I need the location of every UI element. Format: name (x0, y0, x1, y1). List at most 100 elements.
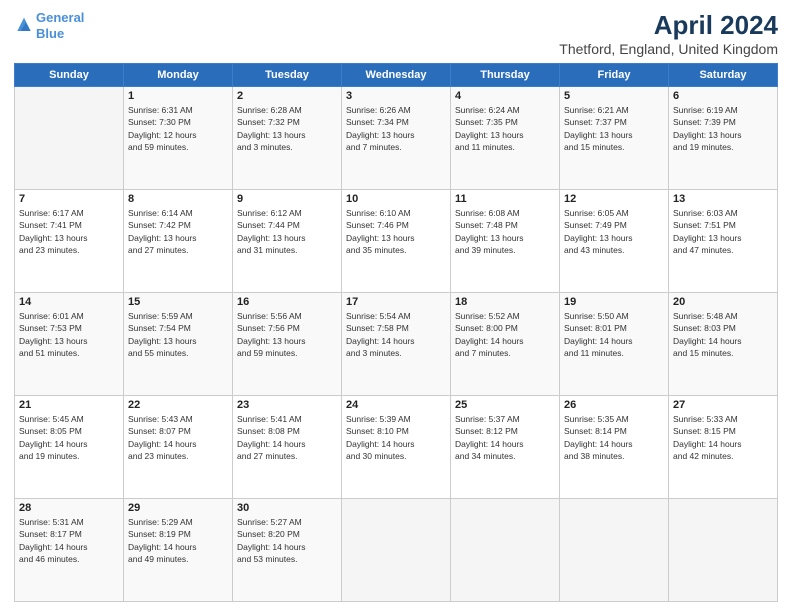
calendar-cell: 29 Sunrise: 5:29 AM Sunset: 8:19 PM Dayli… (124, 499, 233, 602)
calendar-cell: 4 Sunrise: 6:24 AM Sunset: 7:35 PM Daylig… (451, 87, 560, 190)
calendar-cell: 8 Sunrise: 6:14 AM Sunset: 7:42 PM Daylig… (124, 190, 233, 293)
day-header-wednesday: Wednesday (342, 64, 451, 87)
day-detail: Sunrise: 6:08 AM Sunset: 7:48 PM Dayligh… (455, 207, 555, 256)
calendar-cell: 20Sunrise: 5:48 AM Sunset: 8:03 PM Dayli… (669, 293, 778, 396)
calendar-cell (15, 87, 124, 190)
day-number: 29 (128, 502, 228, 514)
day-detail: Sunrise: 5:45 AM Sunset: 8:05 PM Dayligh… (19, 413, 119, 462)
calendar-cell: 30 Sunrise: 5:27 AM Sunset: 8:20 PM Dayli… (233, 499, 342, 602)
week-row-4: 21 Sunrise: 5:45 AM Sunset: 8:05 PM Dayli… (15, 396, 778, 499)
day-number: 27 (673, 399, 773, 411)
day-number: 23 (237, 399, 337, 411)
day-detail: Sunrise: 5:35 AM Sunset: 8:14 PM Dayligh… (564, 413, 664, 462)
day-number: 19 (564, 296, 664, 308)
calendar-cell: 25 Sunrise: 5:37 AM Sunset: 8:12 PM Dayli… (451, 396, 560, 499)
calendar-cell: 18Sunrise: 5:52 AM Sunset: 8:00 PM Dayli… (451, 293, 560, 396)
calendar-cell: 16 Sunrise: 5:56 AM Sunset: 7:56 PM Dayli… (233, 293, 342, 396)
day-number: 7 (19, 193, 119, 205)
day-number: 4 (455, 90, 555, 102)
calendar-cell: 1Sunrise: 6:31 AM Sunset: 7:30 PM Daylig… (124, 87, 233, 190)
day-header-sunday: Sunday (15, 64, 124, 87)
day-detail: Sunrise: 5:29 AM Sunset: 8:19 PM Dayligh… (128, 516, 228, 565)
calendar-cell: 22Sunrise: 5:43 AM Sunset: 8:07 PM Dayli… (124, 396, 233, 499)
day-number: 2 (237, 90, 337, 102)
calendar-cell: 27 Sunrise: 5:33 AM Sunset: 8:15 PM Dayli… (669, 396, 778, 499)
day-number: 30 (237, 502, 337, 514)
calendar-cell: 2 Sunrise: 6:28 AM Sunset: 7:32 PM Daylig… (233, 87, 342, 190)
logo-general: General (36, 10, 84, 25)
day-detail: Sunrise: 6:19 AM Sunset: 7:39 PM Dayligh… (673, 104, 773, 153)
calendar-cell: 13Sunrise: 6:03 AM Sunset: 7:51 PM Dayli… (669, 190, 778, 293)
calendar-cell (669, 499, 778, 602)
day-detail: Sunrise: 5:56 AM Sunset: 7:56 PM Dayligh… (237, 310, 337, 359)
day-header-thursday: Thursday (451, 64, 560, 87)
day-number: 28 (19, 502, 119, 514)
day-detail: Sunrise: 6:24 AM Sunset: 7:35 PM Dayligh… (455, 104, 555, 153)
day-detail: Sunrise: 6:01 AM Sunset: 7:53 PM Dayligh… (19, 310, 119, 359)
header-row-days: SundayMondayTuesdayWednesdayThursdayFrid… (15, 64, 778, 87)
day-detail: Sunrise: 5:54 AM Sunset: 7:58 PM Dayligh… (346, 310, 446, 359)
logo-text: General Blue (36, 10, 84, 41)
calendar-cell: 24Sunrise: 5:39 AM Sunset: 8:10 PM Dayli… (342, 396, 451, 499)
day-number: 11 (455, 193, 555, 205)
logo: General Blue (14, 10, 84, 41)
day-number: 16 (237, 296, 337, 308)
title-block: April 2024 Thetford, England, United Kin… (559, 10, 778, 57)
day-header-tuesday: Tuesday (233, 64, 342, 87)
day-number: 25 (455, 399, 555, 411)
day-number: 3 (346, 90, 446, 102)
day-number: 1 (128, 90, 228, 102)
day-detail: Sunrise: 5:27 AM Sunset: 8:20 PM Dayligh… (237, 516, 337, 565)
calendar-cell: 11 Sunrise: 6:08 AM Sunset: 7:48 PM Dayli… (451, 190, 560, 293)
day-detail: Sunrise: 6:28 AM Sunset: 7:32 PM Dayligh… (237, 104, 337, 153)
day-detail: Sunrise: 5:37 AM Sunset: 8:12 PM Dayligh… (455, 413, 555, 462)
day-detail: Sunrise: 6:14 AM Sunset: 7:42 PM Dayligh… (128, 207, 228, 256)
week-row-3: 14 Sunrise: 6:01 AM Sunset: 7:53 PM Dayli… (15, 293, 778, 396)
header-row: General Blue April 2024 Thetford, Englan… (14, 10, 778, 57)
day-number: 10 (346, 193, 446, 205)
calendar-cell: 10 Sunrise: 6:10 AM Sunset: 7:46 PM Dayli… (342, 190, 451, 293)
calendar-cell: 5 Sunrise: 6:21 AM Sunset: 7:37 PM Daylig… (560, 87, 669, 190)
day-detail: Sunrise: 5:59 AM Sunset: 7:54 PM Dayligh… (128, 310, 228, 359)
day-number: 20 (673, 296, 773, 308)
calendar-cell (342, 499, 451, 602)
logo-icon (14, 16, 34, 36)
day-header-saturday: Saturday (669, 64, 778, 87)
week-row-2: 7Sunrise: 6:17 AM Sunset: 7:41 PM Daylig… (15, 190, 778, 293)
calendar-cell: 19Sunrise: 5:50 AM Sunset: 8:01 PM Dayli… (560, 293, 669, 396)
calendar-cell: 12Sunrise: 6:05 AM Sunset: 7:49 PM Dayli… (560, 190, 669, 293)
day-number: 17 (346, 296, 446, 308)
calendar-cell: 6Sunrise: 6:19 AM Sunset: 7:39 PM Daylig… (669, 87, 778, 190)
day-header-friday: Friday (560, 64, 669, 87)
calendar-cell (560, 499, 669, 602)
calendar-cell: 15Sunrise: 5:59 AM Sunset: 7:54 PM Dayli… (124, 293, 233, 396)
day-detail: Sunrise: 5:31 AM Sunset: 8:17 PM Dayligh… (19, 516, 119, 565)
calendar-cell: 26Sunrise: 5:35 AM Sunset: 8:14 PM Dayli… (560, 396, 669, 499)
calendar-table: SundayMondayTuesdayWednesdayThursdayFrid… (14, 63, 778, 602)
day-detail: Sunrise: 6:05 AM Sunset: 7:49 PM Dayligh… (564, 207, 664, 256)
day-number: 8 (128, 193, 228, 205)
calendar-cell: 9 Sunrise: 6:12 AM Sunset: 7:44 PM Daylig… (233, 190, 342, 293)
calendar-cell: 7Sunrise: 6:17 AM Sunset: 7:41 PM Daylig… (15, 190, 124, 293)
week-row-5: 28 Sunrise: 5:31 AM Sunset: 8:17 PM Dayli… (15, 499, 778, 602)
calendar-cell (451, 499, 560, 602)
week-row-1: 1Sunrise: 6:31 AM Sunset: 7:30 PM Daylig… (15, 87, 778, 190)
day-detail: Sunrise: 6:10 AM Sunset: 7:46 PM Dayligh… (346, 207, 446, 256)
page: General Blue April 2024 Thetford, Englan… (0, 0, 792, 612)
day-number: 13 (673, 193, 773, 205)
calendar-cell: 3 Sunrise: 6:26 AM Sunset: 7:34 PM Daylig… (342, 87, 451, 190)
day-header-monday: Monday (124, 64, 233, 87)
day-number: 14 (19, 296, 119, 308)
day-number: 24 (346, 399, 446, 411)
calendar-cell: 28 Sunrise: 5:31 AM Sunset: 8:17 PM Dayli… (15, 499, 124, 602)
calendar-cell: 17 Sunrise: 5:54 AM Sunset: 7:58 PM Dayli… (342, 293, 451, 396)
calendar-cell: 21 Sunrise: 5:45 AM Sunset: 8:05 PM Dayli… (15, 396, 124, 499)
day-detail: Sunrise: 5:33 AM Sunset: 8:15 PM Dayligh… (673, 413, 773, 462)
day-number: 21 (19, 399, 119, 411)
day-detail: Sunrise: 5:43 AM Sunset: 8:07 PM Dayligh… (128, 413, 228, 462)
day-detail: Sunrise: 6:26 AM Sunset: 7:34 PM Dayligh… (346, 104, 446, 153)
day-detail: Sunrise: 6:12 AM Sunset: 7:44 PM Dayligh… (237, 207, 337, 256)
day-detail: Sunrise: 6:21 AM Sunset: 7:37 PM Dayligh… (564, 104, 664, 153)
day-number: 5 (564, 90, 664, 102)
day-number: 9 (237, 193, 337, 205)
